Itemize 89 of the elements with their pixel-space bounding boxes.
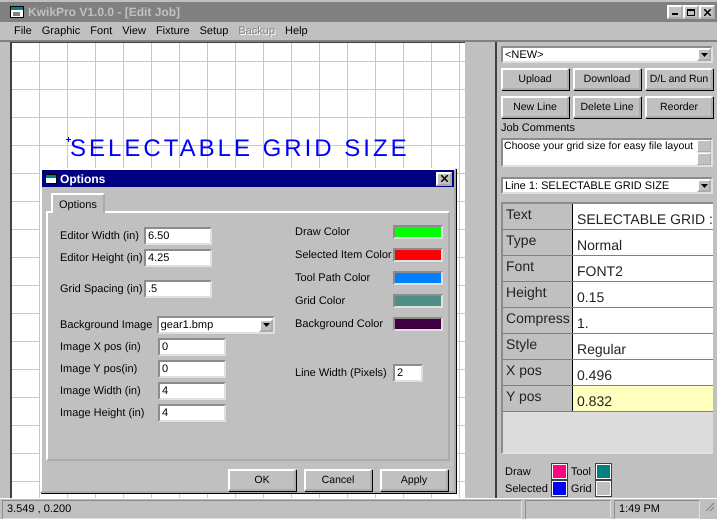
field-label: Grid Spacing (in) [60, 283, 144, 296]
input-field[interactable]: .5 [144, 280, 212, 298]
property-value[interactable]: 0.496 [573, 360, 713, 385]
legend-label: Tool [570, 466, 592, 478]
field-label: Image Y pos(in) [60, 363, 138, 376]
property-name: Type [503, 230, 573, 255]
color-label: Tool Path Color [295, 272, 372, 284]
input-field[interactable]: 0 [158, 360, 226, 378]
field-label: Image X pos (in) [60, 341, 142, 354]
menu-item[interactable]: Help [281, 25, 312, 37]
property-value[interactable]: Regular [573, 334, 713, 359]
property-name: Y pos [503, 386, 573, 411]
legend-label: Selected [505, 482, 548, 494]
input-field[interactable]: 6.50 [144, 227, 212, 246]
input-field[interactable]: 4 [158, 382, 226, 400]
line-dropdown[interactable]: Line 1: SELECTABLE GRID SIZE [501, 177, 713, 194]
menu-item[interactable]: Fixture [152, 25, 194, 37]
dialog-button[interactable]: OK [228, 469, 296, 491]
color-label: Draw Color [295, 226, 352, 238]
window-title: KwikPro V1.0.0 - [Edit Job] [28, 5, 182, 19]
action-button[interactable]: Delete Line [573, 96, 641, 118]
color-swatch[interactable] [393, 225, 443, 240]
dropdown-arrow-icon [700, 184, 708, 188]
dialog-icon [45, 174, 57, 184]
field-label: Editor Width (in) [60, 230, 140, 242]
property-value[interactable]: Normal [573, 230, 713, 255]
dialog-title: Options [60, 172, 106, 186]
menu-item[interactable]: File [10, 25, 36, 37]
field-label: Background Image [60, 319, 154, 332]
legend-label: Grid [570, 482, 592, 494]
color-swatch[interactable] [393, 248, 443, 262]
menu-item[interactable]: View [118, 25, 150, 37]
grid-canvas[interactable] [10, 42, 465, 498]
color-swatch[interactable] [393, 271, 443, 286]
input-field[interactable]: 2 [393, 364, 423, 382]
dropdown-arrow-icon [700, 52, 708, 56]
action-button[interactable]: New Line [501, 96, 569, 118]
dialog-button[interactable]: Cancel [304, 469, 372, 491]
property-value[interactable]: 0.832 [573, 386, 713, 411]
property-name: Style [503, 334, 573, 359]
field-label: Image Height (in) [60, 407, 146, 420]
action-button[interactable]: Upload [501, 68, 569, 90]
property-name: Text [503, 204, 573, 229]
property-name: Font [503, 256, 573, 281]
property-name: Compress [503, 308, 573, 333]
property-value[interactable]: 0.15 [573, 282, 713, 307]
menu-item[interactable]: Graphic [38, 25, 84, 37]
resize-grip-icon[interactable] [703, 500, 715, 512]
maximize-icon [687, 8, 695, 16]
color-swatch[interactable] [393, 317, 443, 332]
color-label: Selected Item Color [295, 249, 393, 262]
dropdown-arrow-icon [262, 323, 270, 328]
property-value[interactable]: 1. [573, 308, 713, 333]
coordinates-status: 3.549 , 0.200 [2, 500, 522, 519]
close-button[interactable] [699, 5, 715, 19]
input-field[interactable]: 0 [158, 338, 226, 356]
dropdown-field[interactable]: gear1.bmp [156, 316, 275, 334]
close-button[interactable] [436, 172, 452, 186]
color-swatch[interactable] [393, 294, 443, 308]
field-label: Line Width (Pixels) [295, 367, 388, 380]
canvas-text: SELECTABLE GRID SIZE [70, 135, 410, 163]
maximize-button[interactable] [683, 5, 699, 19]
action-button[interactable]: D/L and Run [645, 68, 713, 90]
crosshair-icon [66, 137, 71, 142]
input-field[interactable]: 4.25 [144, 249, 212, 268]
action-button[interactable]: Reorder [645, 96, 713, 118]
color-label: Background Color [295, 318, 384, 330]
app-icon [10, 6, 24, 18]
input-field[interactable]: 4 [158, 404, 226, 422]
field-label: Image Width (in) [60, 385, 142, 398]
property-name: X pos [503, 360, 573, 385]
property-value[interactable]: SELECTABLE GRID : [573, 204, 713, 229]
menu-item[interactable]: Font [86, 25, 116, 37]
job-comments-label: Job Comments [501, 122, 576, 134]
color-label: Grid Color [295, 295, 346, 308]
dialog-button[interactable]: Apply [380, 469, 448, 491]
minimize-button[interactable] [667, 5, 683, 19]
time-status: 1:49 PM [614, 500, 700, 519]
property-value[interactable]: FONT2 [573, 256, 713, 281]
tab[interactable]: Options [51, 193, 105, 214]
close-icon [704, 8, 710, 16]
field-label: Editor Height (in) [60, 252, 144, 264]
property-name: Height [503, 282, 573, 307]
menu-item[interactable]: Setup [196, 25, 232, 37]
comments-field[interactable]: Choose your grid size for easy file layout [501, 138, 713, 167]
action-button[interactable]: Download [573, 68, 641, 90]
job-dropdown[interactable]: <NEW> [501, 46, 713, 63]
close-icon [440, 175, 448, 182]
legend-label: Draw [505, 466, 532, 478]
